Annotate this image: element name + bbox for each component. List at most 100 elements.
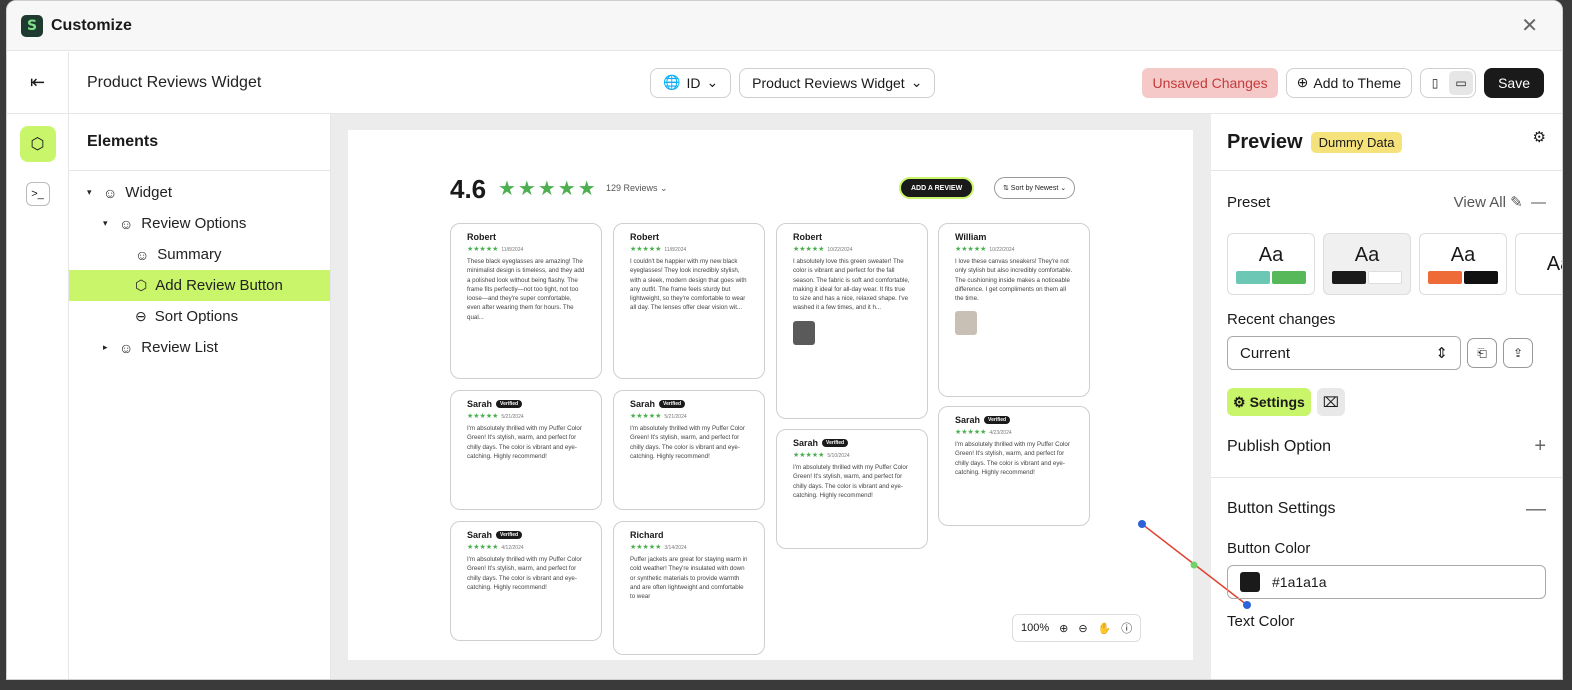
- center-controls: 🌐 ID ⌄ Product Reviews Widget ⌄: [650, 67, 936, 98]
- review-text: I'm absolutely thrilled with my Puffer C…: [955, 441, 1070, 476]
- tree-label: Sort Options: [154, 308, 239, 325]
- help-icon[interactable]: ⓘ: [1121, 620, 1132, 636]
- review-photo[interactable]: [793, 320, 815, 345]
- zoom-out-icon[interactable]: ⊖: [1078, 622, 1087, 635]
- language-select[interactable]: 🌐 ID ⌄: [650, 67, 732, 98]
- card-stars: ★★★★★ 11/8/2024: [467, 246, 524, 253]
- reviewer-name: Richard: [630, 530, 664, 540]
- add-review-button[interactable]: ADD A REVIEW: [899, 177, 975, 199]
- add-to-theme-button[interactable]: ⊕ Add to Theme: [1285, 67, 1413, 98]
- preset-item[interactable]: Aa: [1323, 233, 1411, 295]
- card-stars: ★★★★★ 5/10/2024: [793, 452, 850, 459]
- reviewer-name: Sarah Verified: [793, 438, 911, 448]
- close-icon[interactable]: ✕: [1521, 13, 1538, 38]
- widget-select[interactable]: Product Reviews Widget ⌄: [739, 67, 936, 98]
- zoom-in-icon[interactable]: ⊕: [1059, 622, 1068, 635]
- preset-list: Aa Aa Aa Aa: [1211, 233, 1562, 295]
- recent-changes-value: Current: [1240, 344, 1291, 362]
- review-date: 11/8/2024: [501, 247, 524, 253]
- review-card: Sarah Verified ★★★★★ 4/23/2024 I'm absolut…: [938, 406, 1090, 526]
- review-card: Sarah Verified ★★★★★ 5/10/2024 I'm absolut…: [776, 429, 928, 549]
- card-stars: ★★★★★ 5/21/2024: [467, 413, 524, 420]
- element-tree: ▾ ☺ Widget ▾ ☺ Review Options ☺ Summary …: [69, 171, 330, 363]
- review-date: 10/22/2024: [989, 247, 1015, 253]
- reviewer-name: Sarah Verified: [630, 399, 748, 409]
- preview-header: Preview Dummy Data: [1211, 114, 1562, 171]
- desktop-icon[interactable]: ▭: [1449, 70, 1474, 95]
- color-swatch[interactable]: [1240, 572, 1260, 592]
- gear-icon[interactable]: ⚙: [1533, 128, 1546, 146]
- chevron-down-icon: ⌄: [910, 74, 923, 90]
- review-text: I absolutely love this green sweater! Th…: [793, 258, 910, 312]
- recent-changes-select[interactable]: Current ⇕: [1227, 336, 1461, 370]
- reviewer-name: William: [955, 232, 987, 242]
- tab-settings[interactable]: ⚙ Settings: [1227, 388, 1311, 416]
- verified-badge: Verified: [822, 439, 849, 447]
- tree-item-sort-options[interactable]: ⊖ Sort Options: [69, 301, 330, 332]
- button-settings-label: Button Settings: [1227, 500, 1336, 517]
- widget-icon: ☺: [103, 184, 118, 201]
- code-icon[interactable]: >_: [25, 182, 50, 206]
- minus-icon: —: [1526, 497, 1546, 520]
- reviewer-name-text: Sarah: [467, 530, 493, 540]
- tab-style[interactable]: ⌧: [1316, 388, 1345, 416]
- tree-label: Review List: [141, 339, 218, 356]
- caret-right-icon[interactable]: ▸: [103, 342, 111, 353]
- exit-icon[interactable]: ⇤: [7, 51, 69, 114]
- export-icon[interactable]: ⇪: [1503, 338, 1533, 368]
- preset-item[interactable]: Aa: [1515, 233, 1562, 295]
- button-settings-section[interactable]: Button Settings —: [1211, 478, 1562, 540]
- review-date: 10/22/2024: [827, 247, 853, 253]
- caret-down-icon[interactable]: ▾: [103, 218, 111, 229]
- review-date: 11/8/2024: [664, 247, 687, 253]
- sort-dropdown[interactable]: ⇅ Sort by Newest ⌄: [994, 177, 1076, 199]
- review-date: 5/21/2024: [664, 414, 687, 420]
- card-stars: ★★★★★ 10/22/2024: [793, 246, 853, 253]
- button-color-field[interactable]: #1a1a1a: [1227, 565, 1546, 599]
- review-date: 4/12/2024: [501, 545, 524, 551]
- preset-item[interactable]: Aa: [1227, 233, 1315, 295]
- elements-cube-icon[interactable]: ⬡: [19, 126, 56, 162]
- tree-label: Summary: [157, 246, 222, 263]
- review-text: I'm absolutely thrilled with my Puffer C…: [467, 425, 582, 460]
- panel-tabs: ⚙ Settings ⌧: [1211, 388, 1562, 416]
- toolbar: ⇤ Product Reviews Widget 🌐 ID ⌄ Product …: [7, 51, 1562, 114]
- tree-item-review-options[interactable]: ▾ ☺ Review Options: [69, 208, 330, 239]
- review-date: 5/10/2024: [827, 453, 850, 459]
- verified-badge: Verified: [496, 531, 523, 539]
- hand-icon[interactable]: ✋: [1098, 622, 1112, 635]
- right-panel: Preview Dummy Data ⚙ Preset View All ✎ —…: [1211, 114, 1562, 679]
- review-card: Sarah Verified ★★★★★ 5/21/2024 I'm absolut…: [613, 390, 765, 510]
- style-icon: ⌧: [1322, 393, 1339, 410]
- tree-item-summary[interactable]: ☺ Summary: [69, 239, 330, 270]
- preview-title: Preview: [1227, 130, 1303, 153]
- save-button[interactable]: Save: [1484, 67, 1544, 98]
- tree-label: Add Review Button: [155, 277, 283, 294]
- review-card: Robert ★★★★★ 10/22/2024 I absolutely love…: [776, 223, 928, 419]
- reviewer-name-text: Sarah: [793, 438, 819, 448]
- tree-item-review-list[interactable]: ▸ ☺ Review List: [69, 332, 330, 363]
- review-card: Richard ★★★★★ 3/14/2024 Puffer jackets ar…: [613, 521, 765, 655]
- preset-label: Preset: [1227, 193, 1271, 211]
- add-review-label: ADD A REVIEW: [911, 184, 963, 192]
- view-all-link[interactable]: View All ✎ —: [1454, 193, 1546, 211]
- tree-item-add-review-button[interactable]: ⬡ Add Review Button: [69, 270, 330, 301]
- canvas-area: 4.6 ★★★★★ 129 Reviews ⌄ ADD A REVIEW ⇅ S…: [331, 114, 1211, 679]
- review-date: 5/21/2024: [501, 414, 524, 420]
- reviewer-name: Sarah Verified: [955, 415, 1073, 425]
- unsaved-changes-badge: Unsaved Changes: [1142, 67, 1278, 98]
- chevron-down-icon: ⌄: [706, 74, 719, 90]
- publish-option-section[interactable]: Publish Option +: [1211, 416, 1562, 478]
- settings-icon: ⚙: [1233, 393, 1246, 410]
- view-all-label: View All: [1453, 194, 1506, 211]
- review-count[interactable]: 129 Reviews ⌄: [606, 183, 668, 194]
- elements-heading: Elements: [69, 114, 330, 171]
- caret-down-icon[interactable]: ▾: [87, 187, 95, 198]
- mobile-icon[interactable]: ▯: [1423, 71, 1447, 95]
- preset-item[interactable]: Aa: [1419, 233, 1507, 295]
- review-photo[interactable]: [955, 311, 977, 336]
- right-controls: Unsaved Changes ⊕ Add to Theme ▯ ▭ Save: [1142, 67, 1544, 98]
- review-date: 3/14/2024: [664, 545, 687, 551]
- tree-item-widget[interactable]: ▾ ☺ Widget: [69, 177, 330, 208]
- import-icon[interactable]: ⎗: [1467, 338, 1497, 368]
